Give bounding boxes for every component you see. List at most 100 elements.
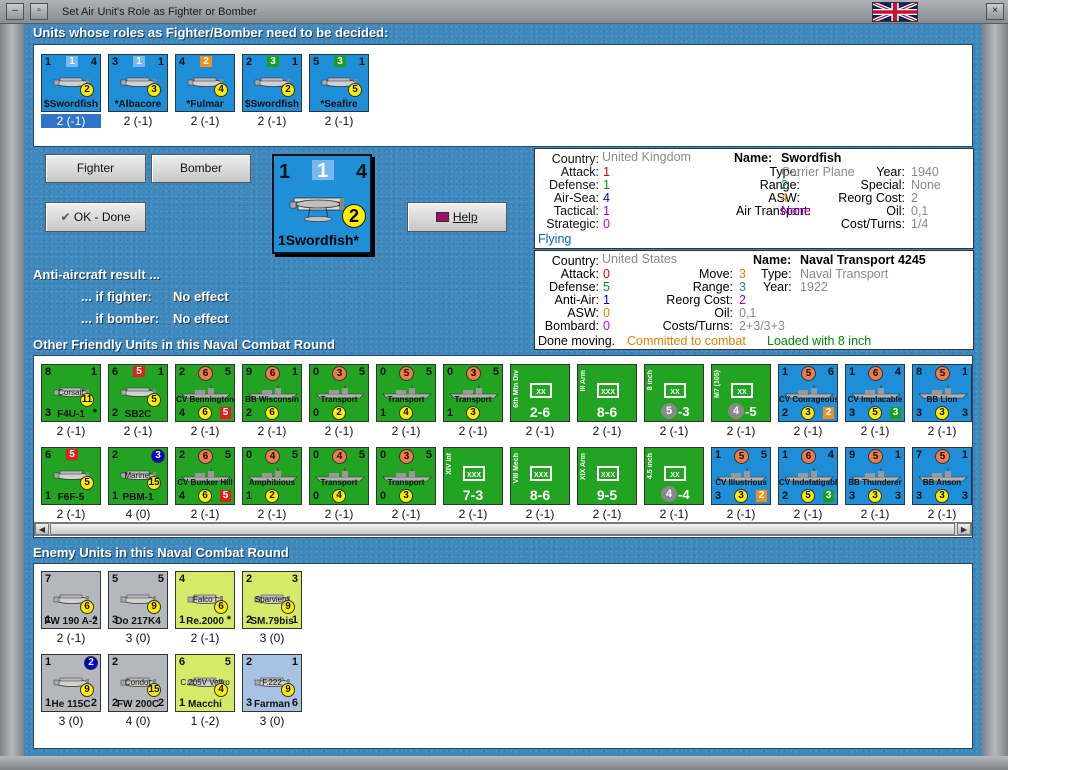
friendly-1-2-counter[interactable]: 2 5 6 CV Bunker Hill 4 6 5 xyxy=(175,447,235,505)
friendly-1-13-caption[interactable]: 2 (-1) xyxy=(912,507,972,521)
friendly-1-5-counter[interactable]: 0 5 3 Transport 0 3 xyxy=(376,447,436,505)
friendly-0-1-caption[interactable]: 2 (-1) xyxy=(108,424,168,438)
undecided-1-caption[interactable]: 2 (-1) xyxy=(108,114,168,128)
friendly-0-2-caption[interactable]: 2 (-1) xyxy=(175,424,235,438)
friendly-1-13-counter[interactable]: 7 1 5 BB Anson 3 3 3 xyxy=(912,447,972,505)
friendly-0-5-counter[interactable]: 0 5 5 Transport 1 4 xyxy=(376,364,436,422)
friendly-0-11-caption[interactable]: 2 (-1) xyxy=(778,424,838,438)
friendly-1-3-unit-name: Amphibious xyxy=(248,478,296,487)
friendly-0-0-counter[interactable]: 8 1 F4U-1 Corsair 3 11 * xyxy=(41,364,101,422)
friendly-1-10-caption[interactable]: 2 (-1) xyxy=(711,507,771,521)
friendly-1-3-caption[interactable]: 2 (-1) xyxy=(242,507,302,521)
undecided-2-caption[interactable]: 2 (-1) xyxy=(175,114,235,128)
friendly-1-4-bottom-left: 0 xyxy=(313,490,320,502)
friendly-1-0-counter[interactable]: 6 5 F6F-5 1 5 xyxy=(41,447,101,505)
undecided-4-caption[interactable]: 2 (-1) xyxy=(309,114,369,128)
scrollbar-thumb[interactable] xyxy=(50,523,955,535)
friendly-1-9-caption[interactable]: 2 (-1) xyxy=(644,507,704,521)
bomber-button[interactable]: Bomber xyxy=(151,154,251,183)
friendly-scrollbar[interactable]: ◀ ▶ xyxy=(34,522,972,536)
friendly-0-6-counter[interactable]: 0 5 3 Transport 1 3 xyxy=(443,364,503,422)
undecided-4-counter[interactable]: 5 1 3 *Seafire 5 xyxy=(309,54,369,112)
friendly-0-9-counter[interactable]: 8 inch XX 5 -3 xyxy=(644,364,704,422)
friendly-1-1-caption[interactable]: 4 (0) xyxy=(108,507,168,521)
undecided-1-counter[interactable]: 3 1 1 *Albacore 3 xyxy=(108,54,168,112)
enemy-1-2-caption[interactable]: 1 (-2) xyxy=(175,714,235,728)
friendly-1-6-counter[interactable]: XIV Inf XXX 7-3 xyxy=(443,447,503,505)
friendly-1-10-counter[interactable]: 1 5 5 CV Illustrious 3 3 2 xyxy=(711,447,771,505)
country-value: United Kingdom xyxy=(602,150,691,164)
friendly-0-3-counter[interactable]: 9 1 6 BB Wisconsin 2 6 xyxy=(242,364,302,422)
friendly-0-4-unit-name: Transport xyxy=(320,395,358,404)
friendly-1-6-caption[interactable]: 2 (-1) xyxy=(443,507,503,521)
friendly-1-8-counter[interactable]: XIX Arm XXX 9-5 xyxy=(577,447,637,505)
enemy-1-2-counter[interactable]: 6 5 Macchi C.205V Veltro 1 4 xyxy=(175,654,235,712)
enemy-0-1-caption[interactable]: 3 (0) xyxy=(108,631,168,645)
enemy-1-0-caption[interactable]: 3 (0) xyxy=(41,714,101,728)
friendly-0-4-caption[interactable]: 2 (-1) xyxy=(309,424,369,438)
friendly-0-7-caption[interactable]: 2 (-1) xyxy=(510,424,570,438)
friendly-1-11-caption[interactable]: 2 (-1) xyxy=(778,507,838,521)
enemy-1-0-counter[interactable]: 1 2 He 115C 1 9 2 xyxy=(41,654,101,712)
enemy-1-1-caption[interactable]: 4 (0) xyxy=(108,714,168,728)
enemy-0-2-caption[interactable]: 2 (-1) xyxy=(175,631,235,645)
friendly-0-8-caption[interactable]: 2 (-1) xyxy=(577,424,637,438)
enemy-1-3-counter[interactable]: 2 1 Farman F.222 3 9 6 xyxy=(242,654,302,712)
friendly-0-8-counter[interactable]: III Arm XXX 8-6 xyxy=(577,364,637,422)
flying-status: Flying xyxy=(538,232,572,246)
system-menu-button[interactable]: – xyxy=(6,3,24,20)
friendly-0-6-caption[interactable]: 2 (-1) xyxy=(443,424,503,438)
friendly-1-11-counter[interactable]: 1 4 6 CV Indefatigable 2 5 3 xyxy=(778,447,838,505)
friendly-0-3-caption[interactable]: 2 (-1) xyxy=(242,424,302,438)
close-button[interactable]: × xyxy=(986,3,1004,20)
undecided-0-counter[interactable]: 1 4 1 $Swordfish 2 xyxy=(41,54,101,112)
friendly-1-4-range: 5 xyxy=(358,449,365,461)
friendly-0-4-counter[interactable]: 0 5 3 Transport 0 2 xyxy=(309,364,369,422)
friendly-1-0-caption[interactable]: 2 (-1) xyxy=(41,507,101,521)
friendly-0-5-range: 5 xyxy=(425,366,432,378)
undecided-3-counter[interactable]: 2 1 3 $Swordfish 2 xyxy=(242,54,302,112)
friendly-1-7-counter[interactable]: VIII Mech XXX 8-6 xyxy=(510,447,570,505)
friendly-0-10-caption[interactable]: 2 (-1) xyxy=(711,424,771,438)
scroll-right-arrow-icon[interactable]: ▶ xyxy=(957,523,971,535)
fighter-button[interactable]: Fighter xyxy=(45,154,146,183)
help-button[interactable]: Help xyxy=(407,202,507,232)
friendly-0-9-caption[interactable]: 2 (-1) xyxy=(644,424,704,438)
friendly-0-13-caption[interactable]: 2 (-1) xyxy=(912,424,972,438)
friendly-1-9-counter[interactable]: 4.5 inch XX 4 -4 xyxy=(644,447,704,505)
restore-button[interactable]: ▫ xyxy=(30,3,48,20)
enemy-1-3-caption[interactable]: 3 (0) xyxy=(242,714,302,728)
friendly-1-3-counter[interactable]: 0 5 4 Amphibious 1 2 xyxy=(242,447,302,505)
enemy-0-2-counter[interactable]: 4 Re.2000 Falco I 1 6 * xyxy=(175,571,235,629)
friendly-0-0-caption[interactable]: 2 (-1) xyxy=(41,424,101,438)
friendly-0-7-counter[interactable]: 6th Mtn Div XX 2-6 xyxy=(510,364,570,422)
friendly-1-4-caption[interactable]: 2 (-1) xyxy=(309,507,369,521)
friendly-1-7-caption[interactable]: 2 (-1) xyxy=(510,507,570,521)
friendly-1-2-caption[interactable]: 2 (-1) xyxy=(175,507,235,521)
undecided-0-caption[interactable]: 2 (-1) xyxy=(41,114,101,128)
enemy-0-0-counter[interactable]: 7 FW 190 A-2 1 6 * xyxy=(41,571,101,629)
friendly-0-11-counter[interactable]: 1 6 5 CV Courageous 2 3 2 xyxy=(778,364,838,422)
friendly-0-13-counter[interactable]: 8 1 5 BB Lion 3 3 3 xyxy=(912,364,972,422)
friendly-1-8-caption[interactable]: 2 (-1) xyxy=(577,507,637,521)
friendly-1-1-counter[interactable]: 2 3 PBM-1 Mariner 1 15 xyxy=(108,447,168,505)
enemy-0-3-caption[interactable]: 3 (0) xyxy=(242,631,302,645)
friendly-1-4-counter[interactable]: 0 5 4 Transport 0 4 xyxy=(309,447,369,505)
friendly-0-10-counter[interactable]: M7 (105) XX 4 -5 xyxy=(711,364,771,422)
friendly-1-12-counter[interactable]: 9 1 5 BB Thunderer 3 3 3 xyxy=(845,447,905,505)
friendly-1-5-caption[interactable]: 2 (-1) xyxy=(376,507,436,521)
scroll-left-arrow-icon[interactable]: ◀ xyxy=(35,523,49,535)
friendly-0-12-counter[interactable]: 1 4 6 CV Implacable 3 5 3 xyxy=(845,364,905,422)
enemy-0-1-counter[interactable]: 5 5 Do 217K4 3 9 xyxy=(108,571,168,629)
friendly-1-12-caption[interactable]: 2 (-1) xyxy=(845,507,905,521)
enemy-1-1-counter[interactable]: 2 FW 200C Condor 2 15 2 xyxy=(108,654,168,712)
ok-done-button[interactable]: ✔ OK - Done xyxy=(45,202,146,232)
undecided-2-counter[interactable]: 4 2 *Fulmar 4 xyxy=(175,54,235,112)
friendly-0-5-caption[interactable]: 2 (-1) xyxy=(376,424,436,438)
undecided-3-caption[interactable]: 2 (-1) xyxy=(242,114,302,128)
friendly-0-12-caption[interactable]: 2 (-1) xyxy=(845,424,905,438)
enemy-0-3-counter[interactable]: 2 3 SM.79bis Sparviero 2 9 1 xyxy=(242,571,302,629)
enemy-0-0-caption[interactable]: 2 (-1) xyxy=(41,631,101,645)
friendly-0-1-counter[interactable]: 6 1 5 SB2C 2 5 xyxy=(108,364,168,422)
friendly-0-2-counter[interactable]: 2 5 6 CV Bennington 4 6 5 xyxy=(175,364,235,422)
